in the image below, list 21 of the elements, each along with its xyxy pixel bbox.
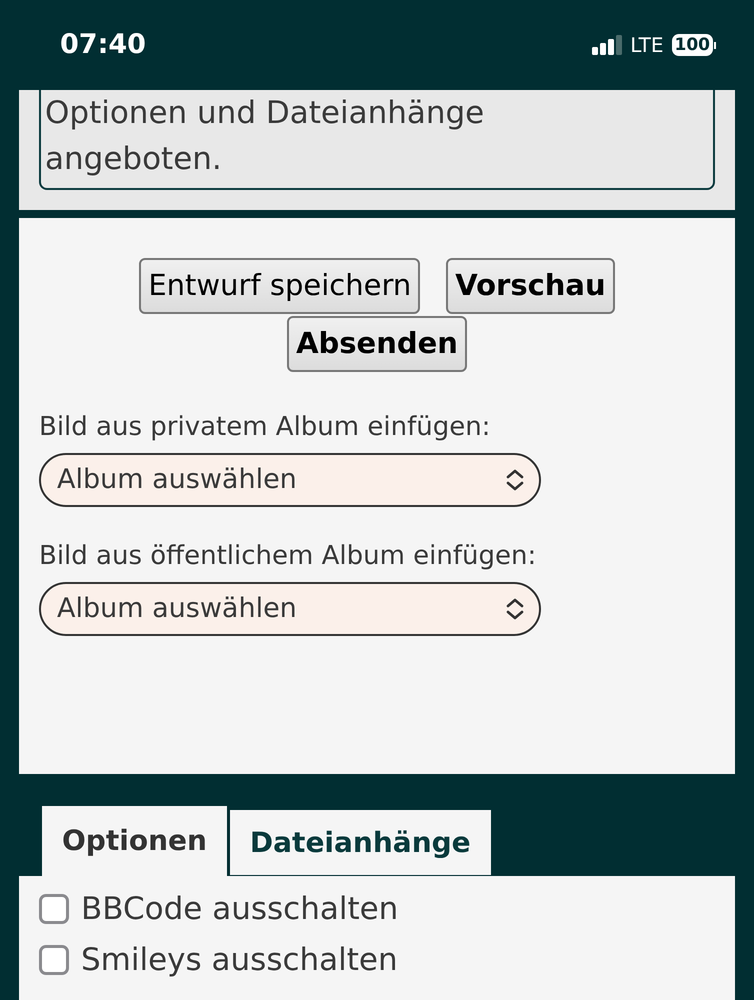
battery-icon: 100	[672, 34, 713, 56]
field-label: Bild aus öffentlichem Album einfügen:	[39, 540, 538, 573]
network-label: LTE	[630, 32, 664, 59]
checkbox-label: BBCode ausschalten	[81, 890, 398, 929]
tab[interactable]: Optionen	[42, 806, 229, 876]
message-text: angeboten.	[45, 140, 223, 179]
secondary-button[interactable]: Entwurf speichern	[139, 258, 420, 314]
chevron-updown-icon	[505, 469, 525, 491]
checkbox-label: Smileys ausschalten	[81, 940, 398, 980]
clock: 07:40	[60, 28, 146, 62]
album-select[interactable]: Album auswählen	[39, 453, 541, 507]
checkbox[interactable]	[39, 894, 69, 924]
field-label: Bild aus privatem Album einfügen:	[39, 411, 492, 444]
primary-button[interactable]: Vorschau	[446, 258, 615, 314]
checkbox[interactable]	[39, 944, 69, 975]
chevron-updown-icon	[505, 598, 525, 620]
primary-button[interactable]: Absenden	[287, 316, 467, 372]
tab[interactable]: Dateianhänge	[228, 809, 492, 876]
message-text: Optionen und Dateianhänge	[45, 94, 486, 133]
album-select[interactable]: Album auswählen	[39, 582, 541, 636]
signal-icon	[592, 35, 622, 55]
